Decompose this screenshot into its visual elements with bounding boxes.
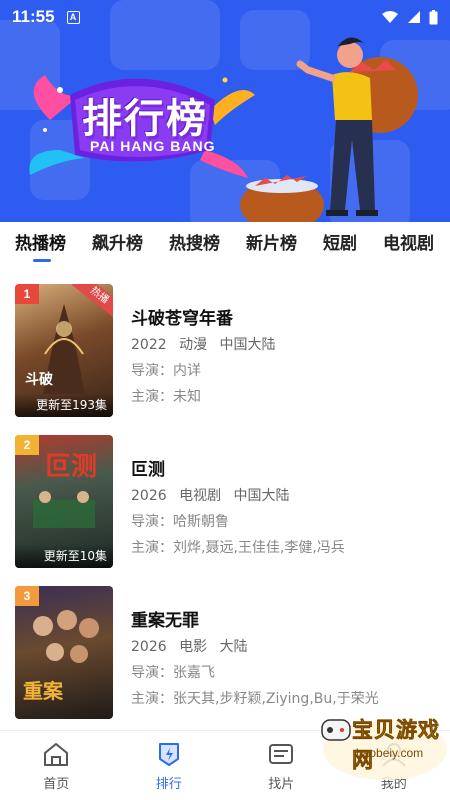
banner-subtitle: PAI HANG BANG — [90, 138, 216, 154]
item-title[interactable]: 叵测 — [131, 455, 436, 480]
wifi-icon — [382, 11, 398, 23]
tab-hot[interactable]: 热播榜 — [15, 222, 66, 270]
item-year: 2026 — [131, 639, 167, 655]
item-region: 大陆 — [219, 639, 248, 655]
item-meta: 2026 电视剧 中国大陆 — [131, 485, 436, 504]
nav-home[interactable]: 首页 — [0, 731, 113, 800]
rank-badge: 3 — [15, 586, 39, 606]
item-title[interactable]: 重案无罪 — [131, 606, 436, 631]
episode-update: 更新至10集 — [15, 544, 113, 568]
item-genre: 电视剧 — [179, 488, 222, 504]
status-time: 11:55 — [12, 7, 55, 26]
tab-short-drama[interactable]: 短剧 — [323, 222, 357, 270]
item-cast: 主演：未知 — [131, 389, 201, 404]
item-director: 导演：张嘉飞 — [131, 665, 215, 680]
item-director: 导演：内详 — [131, 363, 201, 378]
item-genre: 电影 — [179, 639, 208, 655]
rank-badge: 1 — [15, 284, 39, 304]
svg-text:斗破: 斗破 — [25, 371, 53, 388]
status-icons — [381, 9, 438, 25]
item-meta: 2022 动漫 中国大陆 — [131, 334, 436, 353]
battery-icon — [429, 9, 438, 24]
item-info: 叵测 2026 电视剧 中国大陆 导演：哈斯朝鲁 主演：刘烨,聂远,王佳佳,李健… — [131, 435, 436, 555]
notification-icon: A — [66, 10, 80, 24]
item-cast: 主演：刘烨,聂远,王佳佳,李健,冯兵 — [131, 540, 345, 555]
item-year: 2022 — [131, 337, 167, 353]
status-bar: 11:55 A — [0, 0, 450, 34]
banner-title: 排行榜 — [82, 96, 208, 142]
nav-find-label: 找片 — [268, 777, 295, 792]
watermark-text: 宝贝游戏网 — [352, 718, 440, 773]
item-cast: 主演：张天其,步籽颖,Ziying,Bu,于荣光 — [131, 691, 379, 706]
item-year: 2026 — [131, 488, 167, 504]
item-region: 中国大陆 — [233, 488, 290, 504]
app-root: 排行榜 PAI HANG BANG 11:55 A 热播榜 飙升榜 热搜榜 新片… — [0, 0, 450, 800]
item-title[interactable]: 斗破苍穹年番 — [131, 304, 436, 329]
tab-tv-series[interactable]: 电视剧 — [383, 222, 434, 270]
svg-text:叵测: 叵测 — [45, 452, 97, 482]
home-icon — [44, 743, 69, 766]
svg-text:重案: 重案 — [23, 679, 64, 703]
tab-new-releases[interactable]: 新片榜 — [246, 222, 297, 270]
episode-update: 更新至193集 — [15, 393, 113, 417]
item-info: 重案无罪 2026 电影 大陆 导演：张嘉飞 主演：张天其,步籽颖,Ziying… — [131, 586, 436, 706]
tab-trending-search[interactable]: 热搜榜 — [169, 222, 220, 270]
list-item[interactable]: 重案 3 重案无罪 2026 电影 大陆 导演：张嘉飞 主演：张天其,步籽颖,Z… — [0, 586, 450, 721]
item-genre: 动漫 — [179, 337, 208, 353]
nav-home-label: 首页 — [43, 777, 70, 792]
site-watermark: 宝贝游戏网 baobeiy.com — [300, 710, 450, 788]
rank-badge: 2 — [15, 435, 39, 455]
signal-icon — [408, 11, 420, 23]
find-icon — [269, 744, 294, 764]
ranking-icon — [158, 743, 179, 766]
poster-image[interactable]: 叵测 2 更新至10集 — [15, 435, 113, 568]
poster-image[interactable]: 斗破 1 热播 更新至193集 — [15, 284, 113, 417]
nav-ranking[interactable]: 排行 — [113, 731, 226, 800]
item-director: 导演：哈斯朝鲁 — [131, 514, 229, 529]
item-info: 斗破苍穹年番 2022 动漫 中国大陆 导演：内详 主演：未知 — [131, 284, 436, 404]
tab-rising[interactable]: 飙升榜 — [92, 222, 143, 270]
watermark-url: baobeiy.com — [356, 746, 424, 760]
item-region: 中国大陆 — [219, 337, 276, 353]
nav-ranking-label: 排行 — [155, 777, 182, 792]
ranking-tabs: 热播榜 飙升榜 热搜榜 新片榜 短剧 电视剧 — [0, 222, 450, 270]
list-item[interactable]: 叵测 2 更新至10集 叵测 2026 电视剧 中国大陆 导演：哈斯朝鲁 主演：… — [0, 435, 450, 570]
item-meta: 2026 电影 大陆 — [131, 636, 436, 655]
list-item[interactable]: 斗破 1 热播 更新至193集 斗破苍穹年番 2022 动漫 中国大陆 导演：内… — [0, 284, 450, 419]
poster-image[interactable]: 重案 3 — [15, 586, 113, 719]
